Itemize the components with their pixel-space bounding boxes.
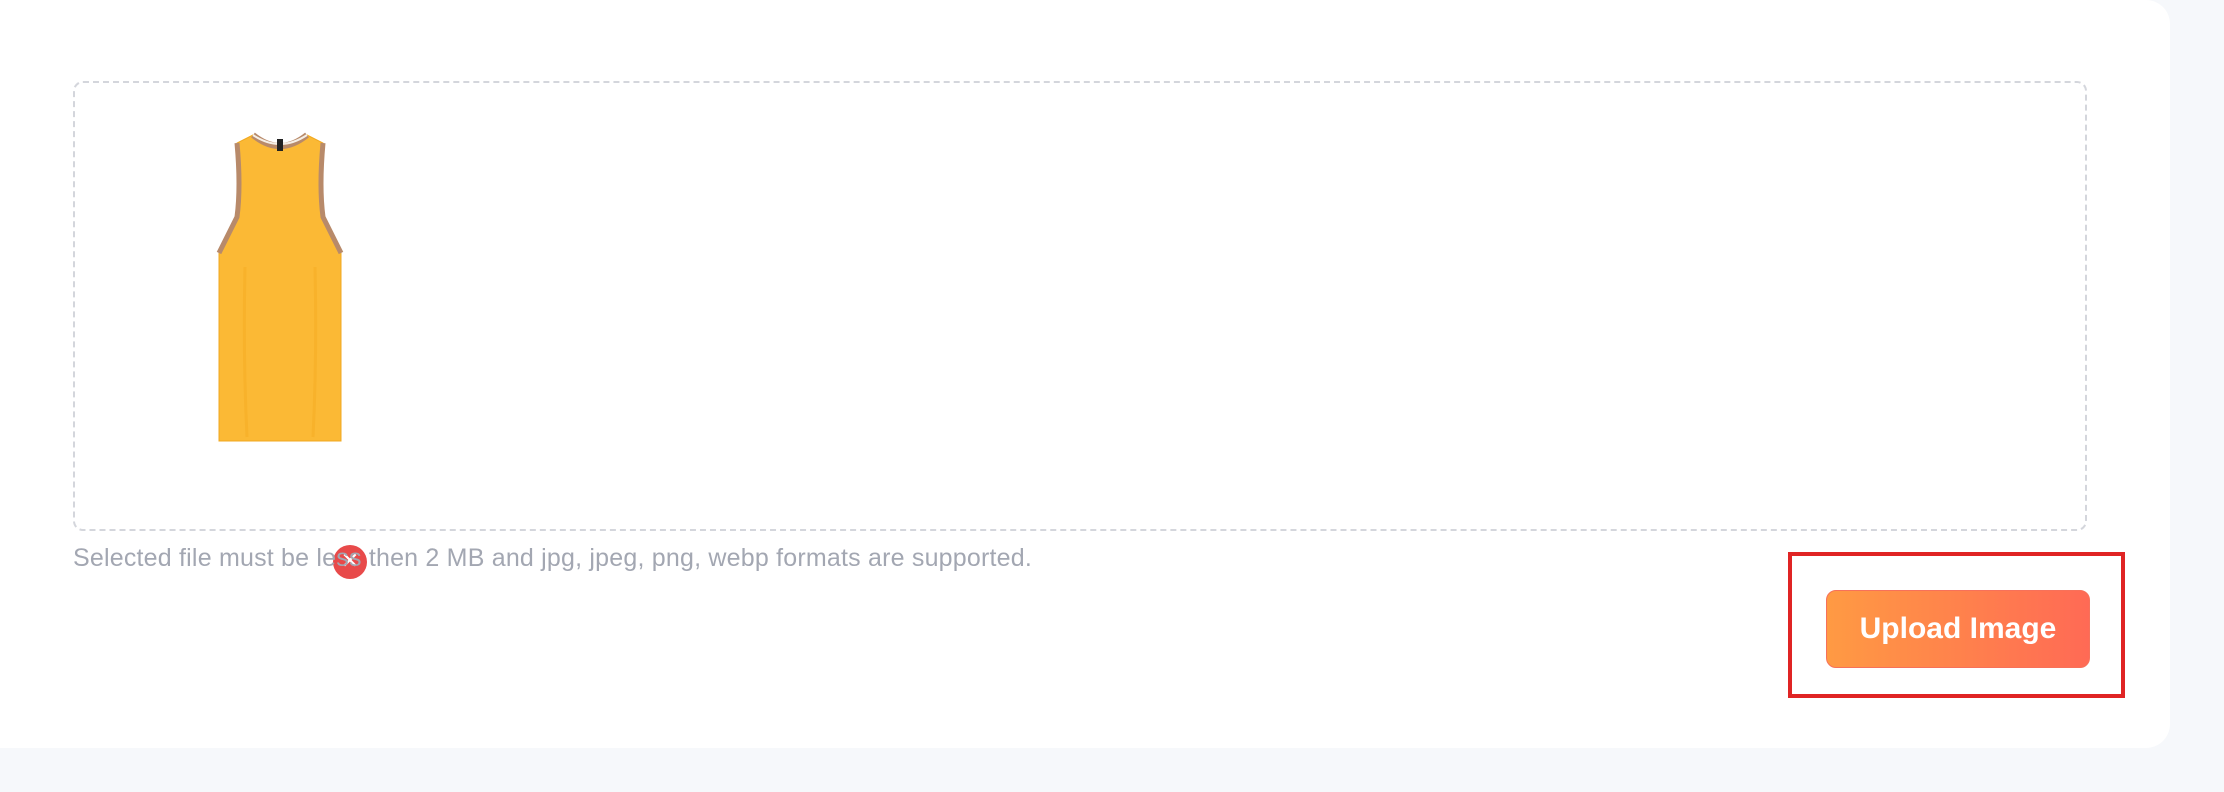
- file-requirements-hint: Selected file must be less then 2 MB and…: [73, 544, 1033, 572]
- preview-image: [205, 127, 355, 527]
- upload-card: ✕ Selected file must be less then 2 MB a…: [0, 0, 2170, 748]
- upload-image-button[interactable]: Upload Image: [1826, 590, 2090, 668]
- image-dropzone[interactable]: ✕: [73, 81, 2087, 579]
